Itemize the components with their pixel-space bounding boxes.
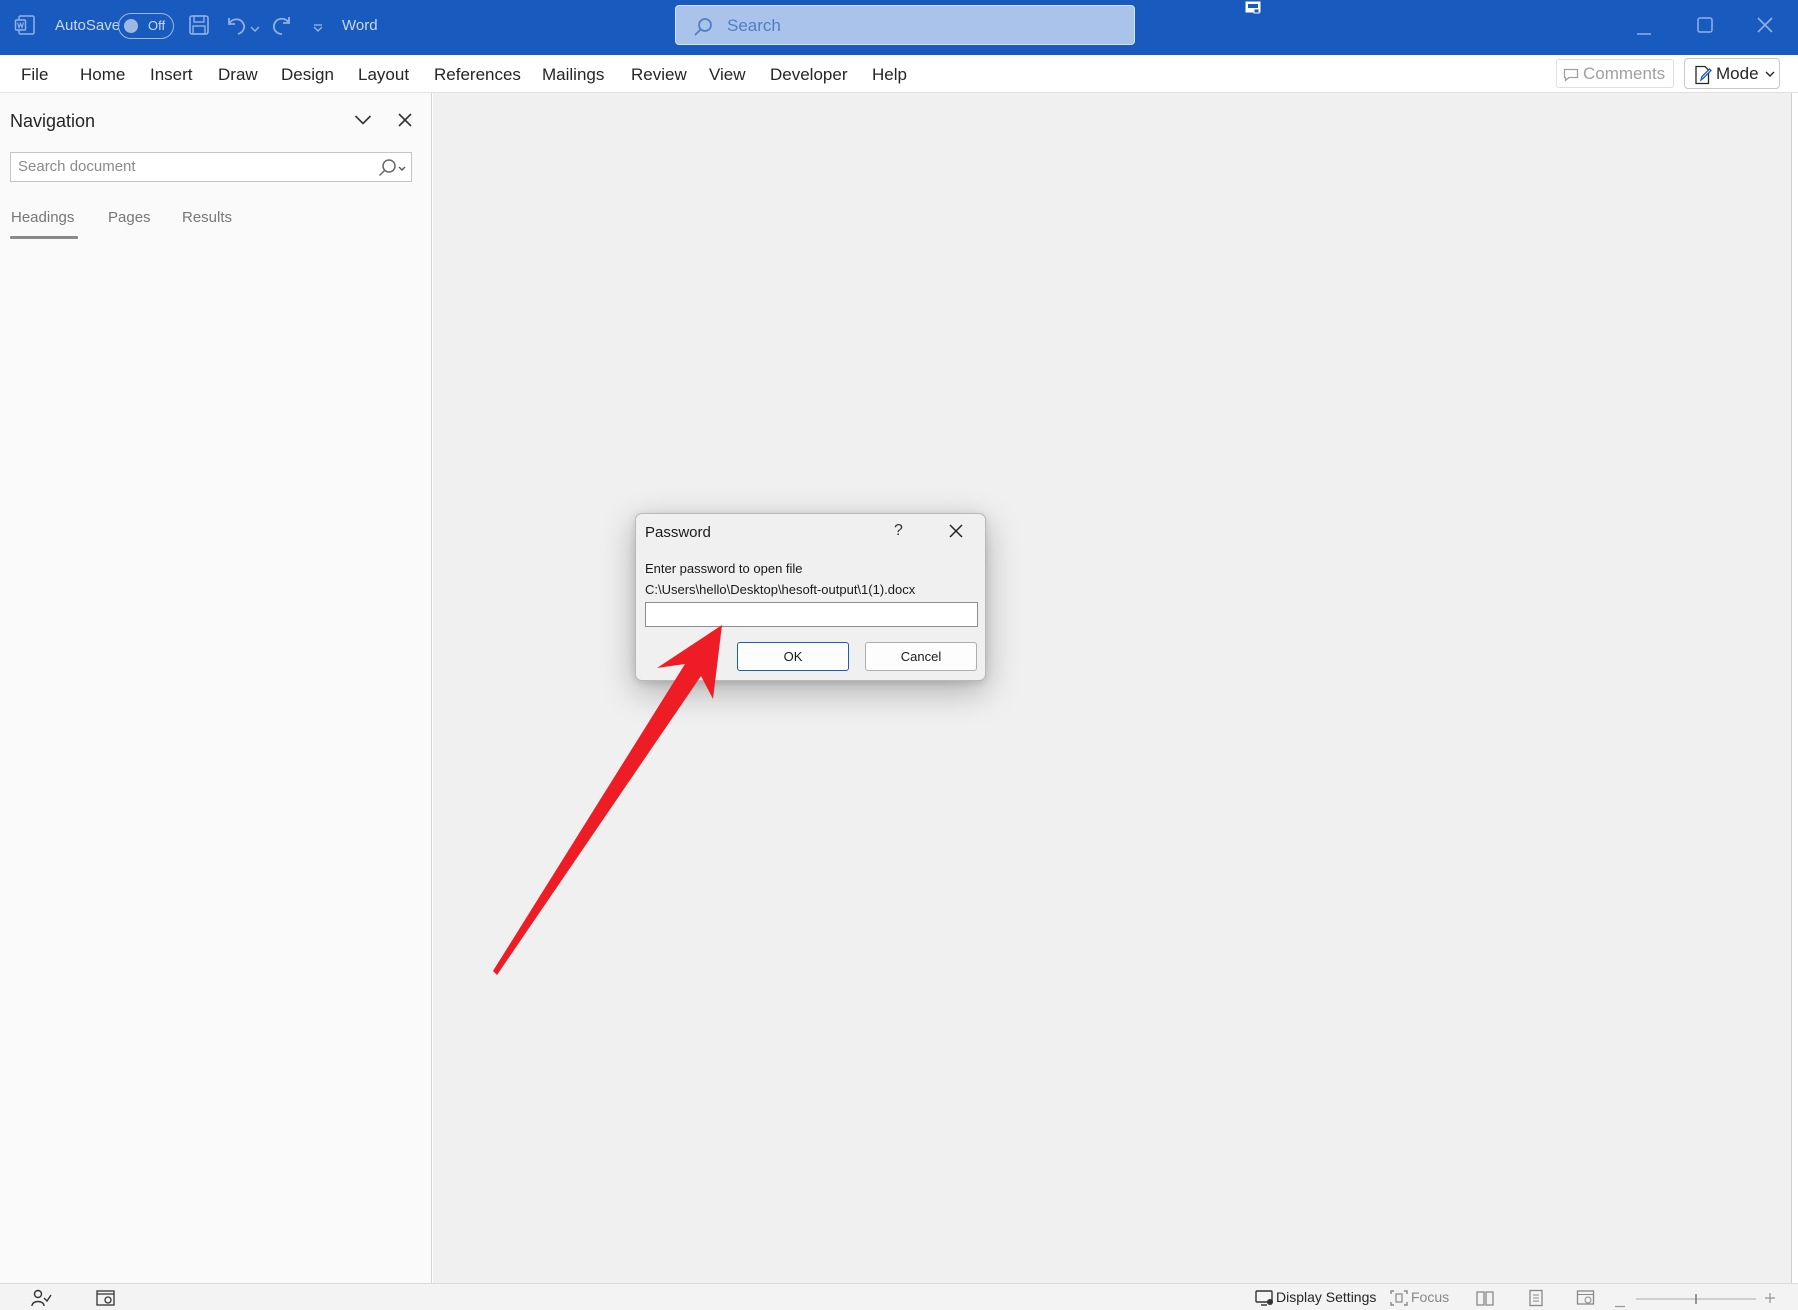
tab-view[interactable]: View (709, 65, 746, 85)
navigation-title: Navigation (10, 111, 96, 131)
tab-insert[interactable]: Insert (150, 65, 193, 85)
mode-label: Mode (1716, 64, 1759, 83)
zoom-in-icon[interactable] (1764, 1291, 1776, 1309)
search-document-placeholder: Search document (18, 158, 136, 175)
display-settings-icon[interactable] (1255, 1289, 1275, 1310)
edit-pen-icon (1695, 65, 1712, 85)
undo-icon[interactable] (224, 14, 248, 41)
tab-layout[interactable]: Layout (358, 65, 409, 85)
editing-mode-button[interactable]: Mode (1684, 58, 1780, 89)
tab-review[interactable]: Review (631, 65, 687, 85)
print-layout-icon[interactable] (1527, 1289, 1545, 1310)
autosave-label: AutoSave (55, 17, 121, 34)
search-document-input[interactable]: Search document (10, 152, 412, 182)
tab-home[interactable]: Home (80, 65, 125, 85)
redo-icon[interactable] (270, 14, 294, 41)
global-search-placeholder: Search (727, 16, 781, 35)
active-tab-indicator (10, 236, 78, 239)
focus-label[interactable]: Focus (1411, 1289, 1449, 1305)
tab-references[interactable]: References (434, 65, 521, 85)
macro-recording-icon[interactable] (96, 1289, 116, 1310)
tab-help[interactable]: Help (872, 65, 907, 85)
global-search-box[interactable]: Search (675, 5, 1135, 45)
customize-toolbar-icon[interactable] (312, 20, 324, 38)
tab-pages[interactable]: Pages (108, 209, 151, 226)
dialog-title: Password (645, 524, 711, 541)
minimize-icon[interactable] (1636, 24, 1652, 42)
document-canvas (433, 93, 1798, 1283)
web-layout-icon[interactable] (1576, 1289, 1596, 1310)
zoom-slider[interactable] (1636, 1292, 1756, 1310)
cancel-button[interactable]: Cancel (865, 642, 977, 671)
comment-icon (1563, 68, 1579, 82)
autosave-state: Off (148, 18, 166, 33)
app-name: Word (342, 17, 378, 34)
ok-button[interactable]: OK (737, 642, 849, 671)
password-input[interactable] (645, 602, 978, 627)
tab-headings[interactable]: Headings (11, 209, 74, 226)
display-settings-label[interactable]: Display Settings (1276, 1289, 1376, 1305)
zoom-out-icon[interactable] (1614, 1296, 1626, 1310)
file-path-text: C:\Users\hello\Desktop\hesoft-output\1(1… (645, 582, 916, 597)
close-window-icon[interactable] (1757, 17, 1773, 38)
close-pane-icon[interactable] (397, 112, 413, 133)
password-prompt-text: Enter password to open file (645, 561, 803, 576)
tab-developer[interactable]: Developer (770, 65, 848, 85)
title-bar: AutoSave Off Word Search (0, 0, 1798, 55)
comments-label: Comments (1583, 64, 1666, 83)
accessibility-icon[interactable] (30, 1289, 52, 1310)
password-dialog: Password ? Enter password to open file C… (635, 513, 986, 681)
save-icon[interactable] (188, 14, 210, 41)
undo-dropdown-icon[interactable] (250, 20, 260, 38)
focus-icon[interactable] (1389, 1289, 1409, 1310)
ribbon-display-icon[interactable] (1245, 1, 1261, 20)
vertical-scrollbar[interactable] (1791, 93, 1798, 1283)
help-button[interactable]: ? (894, 522, 903, 540)
autosave-toggle[interactable]: Off (118, 13, 174, 39)
close-dialog-icon[interactable] (948, 523, 964, 544)
word-app-icon (14, 14, 36, 41)
search-icon (692, 16, 714, 43)
search-options-icon[interactable] (377, 158, 407, 183)
toggle-knob (124, 19, 138, 33)
read-mode-icon[interactable] (1475, 1289, 1495, 1310)
navigation-pane: Navigation Search document Headings Page… (0, 93, 432, 1283)
ribbon-tab-bar: File Home Insert Draw Design Layout Refe… (0, 55, 1798, 93)
chevron-down-icon (1765, 71, 1775, 77)
tab-results[interactable]: Results (182, 209, 232, 226)
tab-draw[interactable]: Draw (218, 65, 258, 85)
tab-design[interactable]: Design (281, 65, 334, 85)
pane-options-chevron-icon[interactable] (354, 113, 372, 131)
status-bar: Display Settings Focus (0, 1283, 1798, 1310)
maximize-icon[interactable] (1697, 17, 1713, 38)
tab-mailings[interactable]: Mailings (542, 65, 604, 85)
comments-button[interactable]: Comments (1556, 59, 1674, 88)
tab-file[interactable]: File (21, 65, 48, 85)
